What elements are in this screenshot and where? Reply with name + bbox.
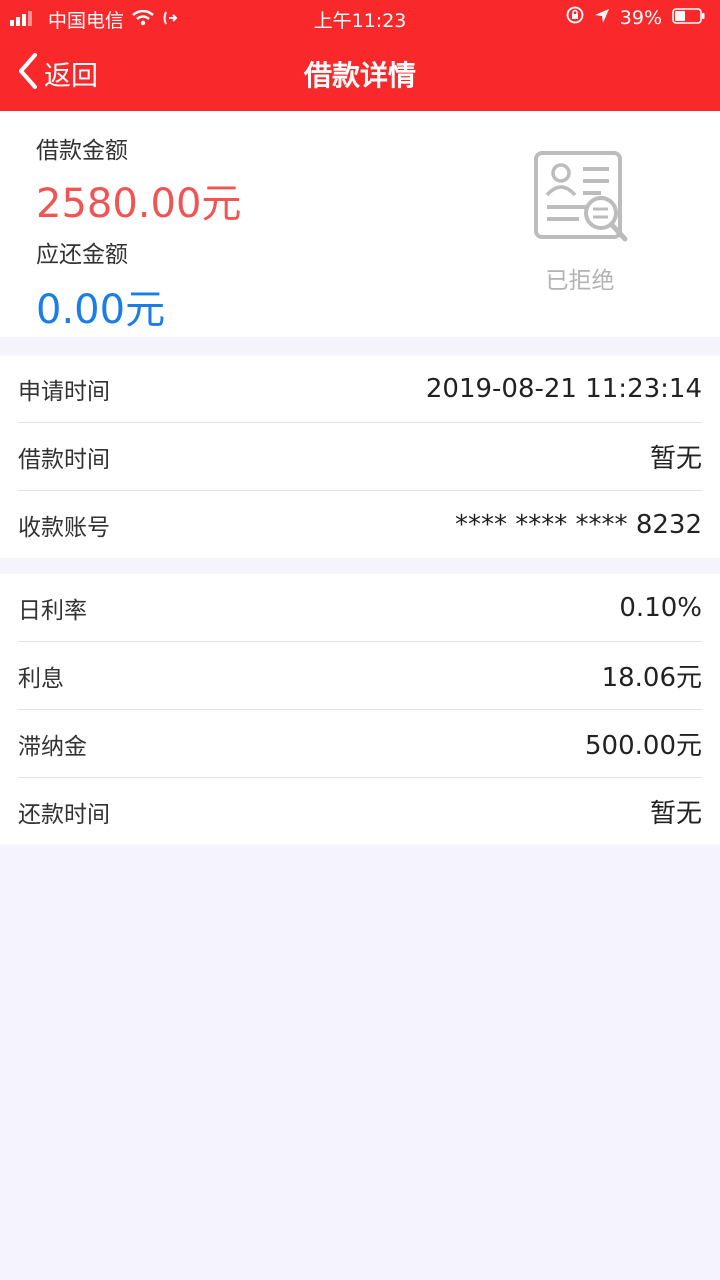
row-label: 滞纳金 — [18, 733, 87, 760]
row-label: 收款账号 — [18, 514, 110, 541]
header: 中国电信 上午11:23 39% 返回 借款详情 — [0, 0, 720, 111]
fee-row: 滞纳金 500.00元 — [18, 709, 702, 777]
row-label: 利息 — [18, 665, 64, 692]
battery-percent: 39% — [619, 6, 662, 29]
location-icon — [594, 7, 610, 29]
repay-amount-label: 应还金额 — [36, 242, 128, 268]
row-label: 借款时间 — [18, 446, 110, 473]
row-value: 暂无 — [649, 444, 702, 474]
row-label: 日利率 — [18, 597, 87, 624]
row-label: 还款时间 — [18, 801, 110, 828]
row-value: 2019-08-21 11:23:14 — [425, 373, 702, 404]
row-value: 500.00元 — [585, 731, 702, 761]
detail-row: 收款账号 **** **** **** 8232 — [18, 490, 702, 558]
page-title: 借款详情 — [303, 59, 416, 92]
row-value: 0.10% — [619, 592, 702, 623]
detail-row: 申请时间 2019-08-21 11:23:14 — [18, 355, 702, 422]
loan-summary: 借款金额 2580.00元 应还金额 0.00元 已拒绝 — [0, 111, 720, 337]
fee-row: 利息 18.06元 — [18, 641, 702, 709]
row-value: 暂无 — [649, 799, 702, 829]
repay-amount-value: 0.00元 — [36, 287, 166, 333]
nav-bar: 返回 借款详情 — [0, 36, 720, 111]
status-bar: 中国电信 上午11:23 39% — [0, 0, 720, 36]
orientation-lock-icon — [566, 6, 584, 29]
detail-row: 借款时间 暂无 — [18, 422, 702, 490]
details-card: 申请时间 2019-08-21 11:23:14 借款时间 暂无 收款账号 **… — [0, 355, 720, 558]
fee-row: 日利率 0.10% — [18, 574, 702, 641]
fees-card: 日利率 0.10% 利息 18.06元 滞纳金 500.00元 还款时间 暂无 — [0, 574, 720, 845]
battery-icon — [672, 7, 706, 29]
fee-row: 还款时间 暂无 — [18, 777, 702, 845]
loan-amount-value: 2580.00元 — [36, 181, 242, 227]
row-value: **** **** **** 8232 — [455, 509, 702, 540]
status-badge: 已拒绝 — [545, 268, 615, 294]
loan-amount-label: 借款金额 — [36, 138, 128, 164]
document-review-icon — [531, 151, 631, 251]
row-value: 18.06元 — [601, 663, 702, 693]
row-label: 申请时间 — [18, 378, 110, 405]
